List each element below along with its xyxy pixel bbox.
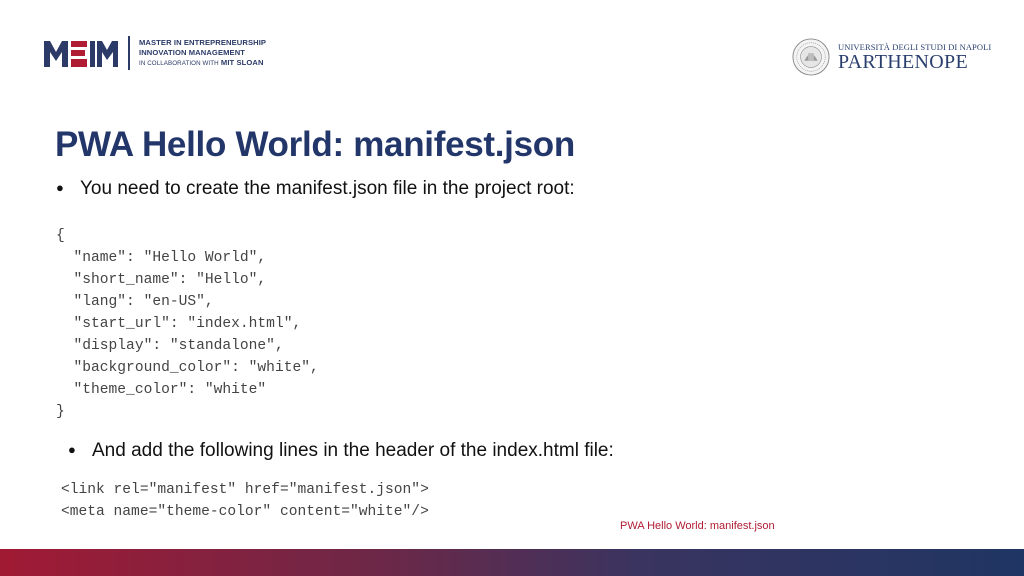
logo-line-2: INNOVATION MANAGEMENT [139,47,246,57]
logo-line-1: MASTER IN ENTREPRENEURSHIP [139,37,267,47]
html-head-code-block: <link rel="manifest" href="manifest.json… [61,482,429,520]
logo-line-3-strong: MIT SLOAN [220,57,264,67]
university-seal-icon [792,38,830,76]
university-name: PARTHENOPE [838,51,968,73]
bullet-dot-icon: ● [56,180,64,195]
meim-logo-mark [44,41,118,67]
slide-title: PWA Hello World: manifest.json [55,125,575,164]
footer-color-bar [0,549,1024,576]
bullet-dot-icon: ● [68,442,76,457]
manifest-code-block: { "name": "Hello World", "short_name": "… [56,228,319,420]
meim-logo: MASTER IN ENTREPRENEURSHIP INNOVATION MA… [44,36,266,70]
bullet-text: And add the following lines in the heade… [92,440,614,461]
logo-line-3-prefix: IN COLLABORATION WITH [139,59,219,67]
footer-label: PWA Hello World: manifest.json [620,520,775,532]
bullet-add-header-lines: ● And add the following lines in the head… [68,438,614,463]
bullet-text: You need to create the manifest.json fil… [80,178,575,199]
bullet-create-manifest: ● You need to create the manifest.json fi… [56,176,575,201]
parthenope-logo: UNIVERSITÀ DEGLI STUDI DI NAPOLI PARTHEN… [792,38,991,76]
logo-divider [128,36,130,70]
meim-logo-text: MASTER IN ENTREPRENEURSHIP INNOVATION MA… [139,38,266,69]
